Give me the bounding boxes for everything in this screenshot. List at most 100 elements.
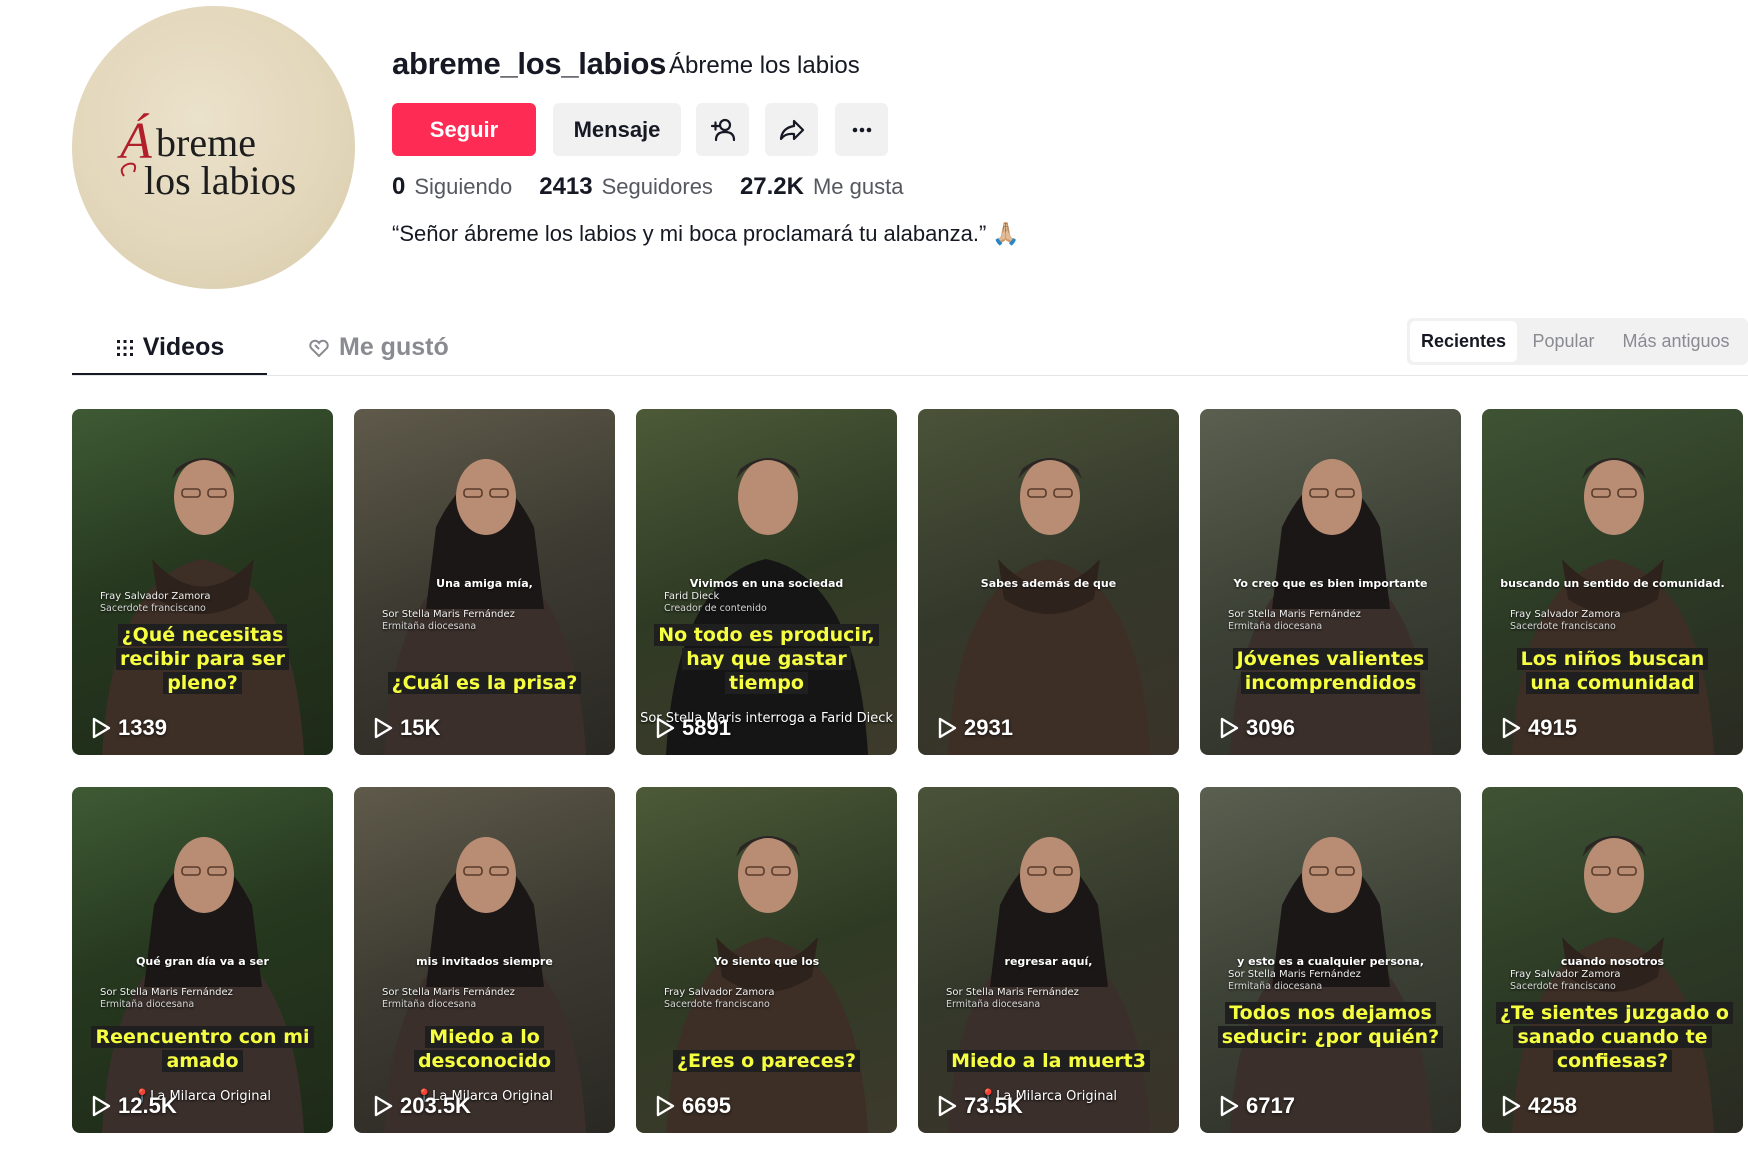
profile-avatar[interactable]: Á breme los labios bbox=[72, 6, 355, 289]
video-credit: Fray Salvador Zamora Sacerdote franciscan… bbox=[664, 987, 775, 1011]
tabs-divider bbox=[72, 375, 1748, 376]
video-view-count: 6695 bbox=[655, 1093, 731, 1119]
play-icon bbox=[374, 1095, 393, 1117]
video-card[interactable]: mis invitados siempre Sor Stella Maris Fe… bbox=[354, 787, 615, 1133]
video-caption: Reencuentro con mi amado bbox=[72, 1025, 333, 1073]
video-card[interactable]: regresar aquí, Sor Stella Maris Fernández… bbox=[918, 787, 1179, 1133]
video-view-count: 4258 bbox=[1501, 1093, 1577, 1119]
sort-oldest[interactable]: Más antiguos bbox=[1610, 321, 1742, 362]
message-button[interactable]: Mensaje bbox=[553, 103, 681, 156]
video-credit: Sor Stella Maris Fernández Ermitaña dioce… bbox=[1228, 969, 1361, 993]
video-view-count: 5891 bbox=[655, 715, 731, 741]
video-card[interactable]: Una amiga mía, Sor Stella Maris Fernández… bbox=[354, 409, 615, 755]
tab-liked-label: Me gustó bbox=[339, 333, 449, 361]
video-card[interactable]: buscando un sentido de comunidad. Fray Sa… bbox=[1482, 409, 1743, 755]
video-subtitle-text: mis invitados siempre bbox=[416, 955, 553, 968]
video-view-count: 2931 bbox=[937, 715, 1013, 741]
thumbnail-person bbox=[72, 409, 333, 755]
video-caption-text: ¿Te sientes juzgado o sanado cuando te c… bbox=[1496, 1002, 1733, 1072]
video-view-count: 203.5K bbox=[373, 1093, 471, 1119]
play-icon bbox=[656, 1095, 675, 1117]
credit-role: Sacerdote franciscano bbox=[100, 603, 206, 614]
credit-role: Ermitaña diocesana bbox=[946, 999, 1041, 1010]
video-caption-text: ¿Eres o pareces? bbox=[672, 1050, 860, 1072]
view-count-text: 4258 bbox=[1528, 1093, 1577, 1118]
sort-recent[interactable]: Recientes bbox=[1410, 321, 1517, 362]
video-caption: No todo es producir, hay que gastar tiem… bbox=[636, 623, 897, 695]
tab-videos[interactable]: Videos bbox=[72, 320, 267, 375]
video-credit: Farid Dieck Creador de contenido bbox=[664, 591, 767, 615]
video-credit: Fray Salvador Zamora Sacerdote franciscan… bbox=[100, 591, 211, 615]
credit-name: Fray Salvador Zamora bbox=[1510, 609, 1621, 620]
credit-name: Fray Salvador Zamora bbox=[1510, 969, 1621, 980]
video-caption: ¿Qué necesitas recibir para ser pleno? bbox=[72, 623, 333, 695]
video-caption-text: ¿Cuál es la prisa? bbox=[387, 672, 582, 694]
play-icon bbox=[374, 717, 393, 739]
video-caption-text: Reencuentro con mi amado bbox=[91, 1026, 314, 1072]
tab-liked[interactable]: Me gustó bbox=[307, 320, 449, 375]
share-button[interactable] bbox=[765, 103, 818, 156]
video-credit: Fray Salvador Zamora Sacerdote franciscan… bbox=[1510, 609, 1621, 633]
video-view-count: 4915 bbox=[1501, 715, 1577, 741]
credit-role: Ermitaña diocesana bbox=[382, 621, 477, 632]
video-card[interactable]: Yo siento que los Fray Salvador Zamora Sac… bbox=[636, 787, 897, 1133]
video-view-count: 3096 bbox=[1219, 715, 1295, 741]
video-credit: Sor Stella Maris Fernández Ermitaña dioce… bbox=[100, 987, 233, 1011]
credit-name: Farid Dieck bbox=[664, 591, 720, 602]
liked-hearts-icon bbox=[309, 339, 329, 357]
video-subtitle-text: cuando nosotros bbox=[1560, 955, 1665, 968]
video-subtitle-text: Vivimos en una sociedad bbox=[689, 577, 844, 590]
video-view-count: 73.5K bbox=[937, 1093, 1023, 1119]
grid-icon bbox=[116, 339, 133, 356]
credit-role: Ermitaña diocesana bbox=[1228, 621, 1323, 632]
video-card[interactable]: Yo creo que es bien importante Sor Stella… bbox=[1200, 409, 1461, 755]
more-icon bbox=[852, 127, 871, 132]
play-icon bbox=[1502, 1095, 1521, 1117]
view-count-text: 6695 bbox=[682, 1093, 731, 1118]
video-view-count: 15K bbox=[373, 715, 440, 741]
video-caption: Los niños buscan una comunidad bbox=[1482, 647, 1743, 695]
sort-popular[interactable]: Popular bbox=[1517, 321, 1610, 362]
follow-button[interactable]: Seguir bbox=[392, 103, 536, 156]
video-caption: ¿Cuál es la prisa? bbox=[354, 671, 615, 695]
view-count-text: 203.5K bbox=[400, 1093, 471, 1118]
credit-role: Ermitaña diocesana bbox=[382, 999, 477, 1010]
video-caption-text: Jóvenes valientes incomprendidos bbox=[1232, 648, 1429, 694]
credit-role: Creador de contenido bbox=[664, 603, 767, 614]
video-card[interactable]: Fray Salvador Zamora Sacerdote franciscan… bbox=[72, 409, 333, 755]
credit-name: Sor Stella Maris Fernández bbox=[382, 987, 515, 998]
play-icon bbox=[1220, 717, 1239, 739]
credit-name: Sor Stella Maris Fernández bbox=[1228, 609, 1361, 620]
view-count-text: 3096 bbox=[1246, 715, 1295, 740]
sort-selector: Recientes Popular Más antiguos bbox=[1407, 318, 1748, 365]
credit-role: Sacerdote franciscano bbox=[1510, 981, 1616, 992]
video-credit: Sor Stella Maris Fernández Ermitaña dioce… bbox=[382, 987, 515, 1011]
play-icon bbox=[92, 717, 111, 739]
credit-name: Sor Stella Maris Fernández bbox=[100, 987, 233, 998]
video-subtitle-text: buscando un sentido de comunidad. bbox=[1500, 577, 1725, 590]
credit-role: Sacerdote franciscano bbox=[1510, 621, 1616, 632]
video-credit: Sor Stella Maris Fernández Ermitaña dioce… bbox=[946, 987, 1079, 1011]
video-card[interactable]: Vivimos en una sociedad Farid Dieck Creado… bbox=[636, 409, 897, 755]
svg-text:los labios: los labios bbox=[144, 158, 296, 203]
video-card[interactable]: y esto es a cualquier persona, Sor Stella… bbox=[1200, 787, 1461, 1133]
video-caption-text: Miedo a lo desconocido bbox=[413, 1026, 556, 1072]
video-caption: Todos nos dejamos seducir: ¿por quién? bbox=[1200, 1001, 1461, 1049]
avatar-logo: Á breme los labios bbox=[117, 112, 296, 203]
view-count-text: 73.5K bbox=[964, 1093, 1023, 1118]
video-caption-text: Todos nos dejamos seducir: ¿por quién? bbox=[1217, 1002, 1444, 1048]
more-options-button[interactable] bbox=[835, 103, 888, 156]
video-card[interactable]: Qué gran día va a ser Sor Stella Maris Fe… bbox=[72, 787, 333, 1133]
followers-stat[interactable]: 2413 Seguidores bbox=[539, 173, 713, 201]
video-subtitle-text: y esto es a cualquier persona, bbox=[1237, 955, 1424, 968]
profile-username: abreme_los_labios bbox=[392, 46, 667, 81]
video-card[interactable]: cuando nosotros Fray Salvador Zamora Sacer… bbox=[1482, 787, 1743, 1133]
video-card[interactable]: Sabes además de que 2931 bbox=[918, 409, 1179, 755]
view-count-text: 4915 bbox=[1528, 715, 1577, 740]
video-subtitle-text: Yo siento que los bbox=[713, 955, 820, 968]
add-friend-button[interactable] bbox=[696, 103, 749, 156]
play-icon bbox=[938, 1095, 957, 1117]
following-stat[interactable]: 0 Siguiendo bbox=[392, 173, 512, 201]
video-credit: Sor Stella Maris Fernández Ermitaña dioce… bbox=[1228, 609, 1361, 633]
tab-videos-label: Videos bbox=[142, 333, 225, 361]
